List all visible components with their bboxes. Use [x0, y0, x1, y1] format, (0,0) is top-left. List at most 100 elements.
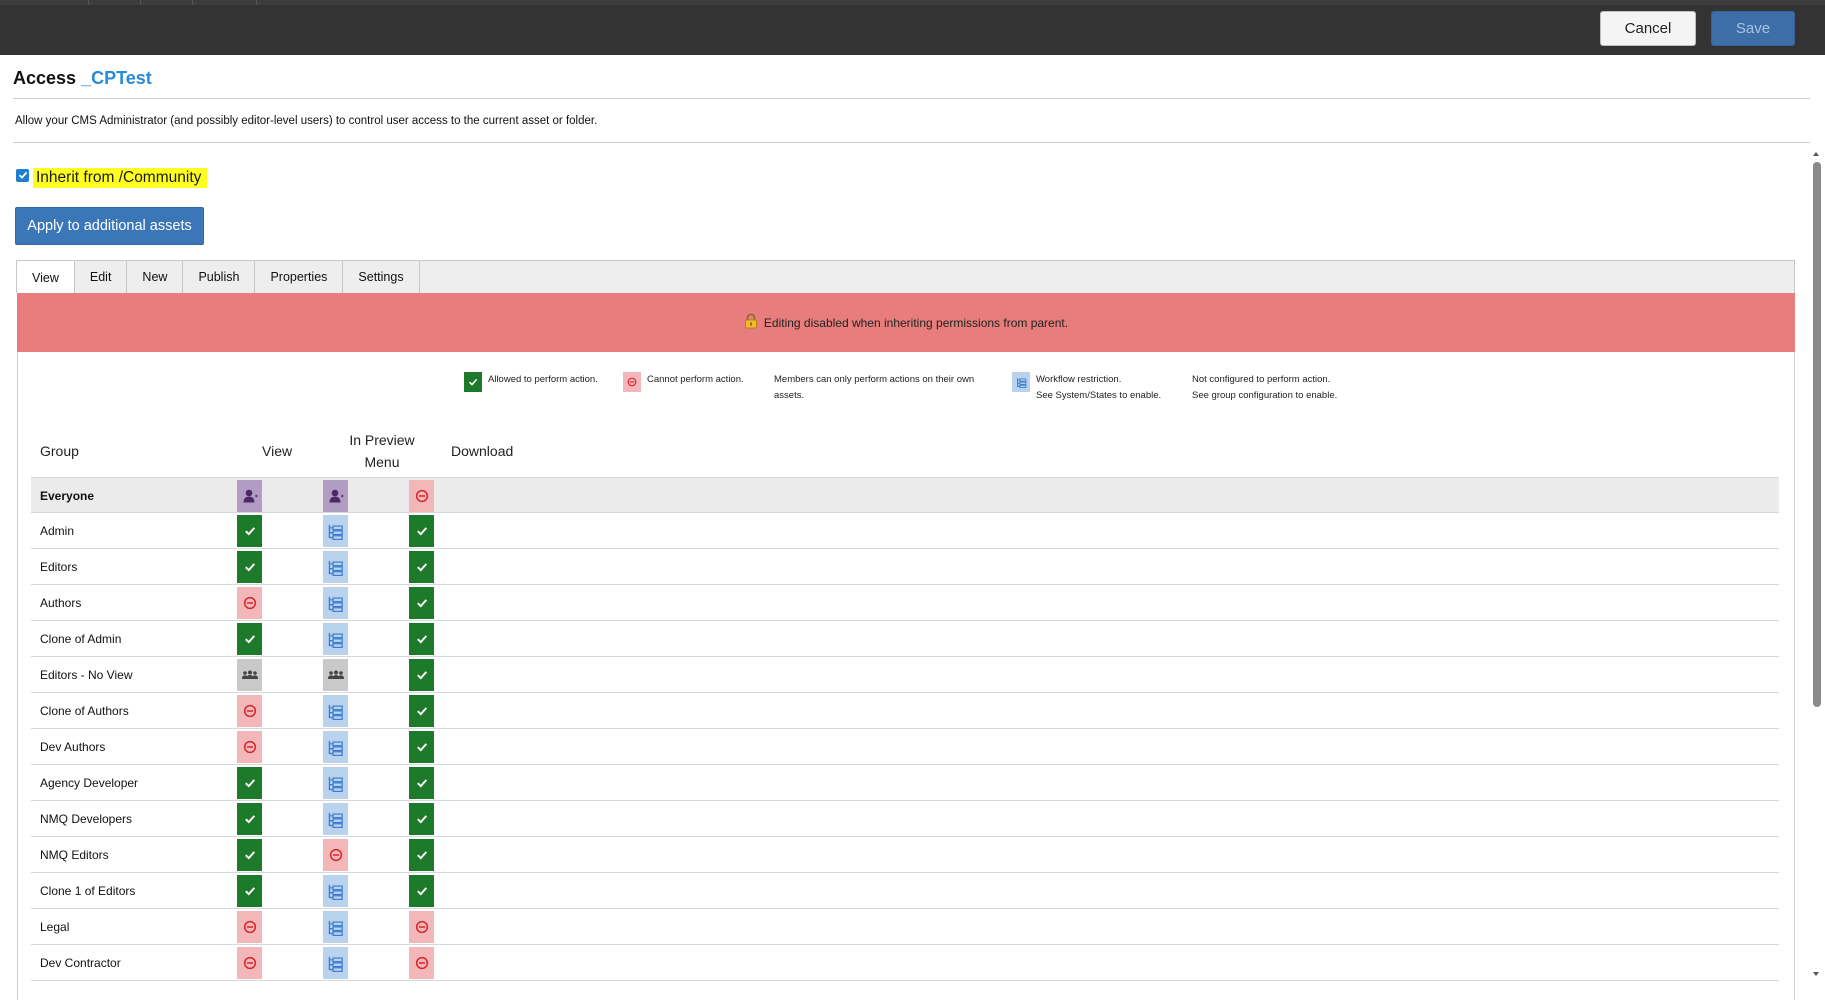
column-header-preview-line1: In Preview: [349, 432, 415, 448]
legend-denied: Cannot perform action.: [623, 372, 744, 392]
table-row: Clone of Authors: [31, 693, 1779, 729]
asset-name-link[interactable]: _CPTest: [81, 68, 152, 88]
no-entry-icon[interactable]: [237, 587, 262, 619]
group-name: Clone of Authors: [40, 703, 129, 718]
scroll-up-arrow-icon[interactable]: [1811, 146, 1821, 156]
apply-to-additional-assets-button[interactable]: Apply to additional assets: [15, 207, 204, 245]
scroll-down-arrow-icon[interactable]: [1811, 966, 1821, 976]
legend-own-text-2: assets.: [774, 390, 805, 401]
group-name: Editors - No View: [40, 667, 133, 682]
group-name: Dev Authors: [40, 739, 106, 754]
legend-own: Members can only perform actions on thei…: [750, 372, 974, 404]
inherit-label[interactable]: Inherit from /Community: [33, 168, 208, 188]
check-icon[interactable]: [409, 551, 434, 583]
group-name: Legal: [40, 919, 70, 934]
workflow-icon[interactable]: [323, 731, 348, 763]
legend-not-configured-text-2: See group configuration to enable.: [1192, 390, 1338, 401]
tab-publish[interactable]: Publish: [183, 261, 256, 293]
page-title-label: Access: [13, 68, 77, 88]
user-icon: [750, 372, 768, 392]
lock-icon: [744, 313, 758, 332]
no-entry-icon[interactable]: [237, 911, 262, 943]
table-row: Dev Contractor: [31, 945, 1779, 981]
group-name: Editors: [40, 559, 78, 574]
check-icon[interactable]: [237, 839, 262, 871]
check-icon[interactable]: [409, 731, 434, 763]
group-icon[interactable]: [323, 659, 348, 691]
no-entry-icon[interactable]: [409, 911, 434, 943]
table-row: Dev Authors: [31, 729, 1779, 765]
table-row: Legal: [31, 909, 1779, 945]
workflow-icon[interactable]: [323, 695, 348, 727]
check-icon[interactable]: [409, 515, 434, 547]
table-row: NMQ Editors: [31, 837, 1779, 873]
no-entry-icon[interactable]: [237, 695, 262, 727]
check-icon[interactable]: [237, 551, 262, 583]
page-description: Allow your CMS Administrator (and possib…: [15, 115, 598, 127]
check-icon[interactable]: [409, 695, 434, 727]
group-icon[interactable]: [237, 659, 262, 691]
tab-edit[interactable]: Edit: [75, 261, 128, 293]
column-header-group: Group: [40, 443, 79, 459]
banner-text: Editing disabled when inheriting permiss…: [763, 315, 1069, 330]
tab-new[interactable]: New: [127, 261, 184, 293]
inherit-checkbox[interactable]: [16, 168, 29, 182]
table-row: Editors - No View: [31, 657, 1779, 693]
table-row: Admin: [31, 513, 1779, 549]
legend-not-configured: Not configured to perform action. See gr…: [1168, 372, 1337, 404]
group-name: NMQ Developers: [40, 811, 133, 826]
workflow-icon: [1012, 372, 1030, 392]
workflow-icon[interactable]: [323, 875, 348, 907]
workflow-icon[interactable]: [323, 587, 348, 619]
check-icon[interactable]: [409, 587, 434, 619]
check-icon[interactable]: [237, 803, 262, 835]
no-entry-icon[interactable]: [323, 839, 348, 871]
workflow-icon[interactable]: [323, 551, 348, 583]
workflow-icon[interactable]: [323, 515, 348, 547]
workflow-icon[interactable]: [323, 623, 348, 655]
inherit-checkbox-row[interactable]: Inherit from /Community: [16, 168, 208, 188]
group-name: Agency Developer: [40, 775, 139, 790]
check-icon[interactable]: [237, 515, 262, 547]
group-name: Dev Contractor: [40, 955, 121, 970]
top-toolbar: Cancel Save: [0, 0, 1825, 55]
legend-workflow: Workflow restriction. See System/States …: [1012, 372, 1161, 404]
divider: [13, 98, 1810, 99]
save-button[interactable]: Save: [1711, 11, 1795, 46]
check-icon[interactable]: [409, 659, 434, 691]
group-icon: [1168, 372, 1186, 392]
workflow-icon[interactable]: [323, 911, 348, 943]
tab-settings[interactable]: Settings: [343, 261, 420, 293]
table-row: Editors: [31, 549, 1779, 585]
user-icon[interactable]: [237, 480, 262, 512]
divider: [13, 142, 1810, 143]
no-entry-icon[interactable]: [237, 731, 262, 763]
check-icon[interactable]: [409, 875, 434, 907]
no-entry-icon[interactable]: [237, 947, 262, 979]
check-icon[interactable]: [409, 803, 434, 835]
no-entry-icon[interactable]: [409, 947, 434, 979]
workflow-icon[interactable]: [323, 803, 348, 835]
check-icon[interactable]: [237, 875, 262, 907]
check-icon: [464, 372, 482, 392]
check-icon[interactable]: [237, 767, 262, 799]
scrollbar-thumb[interactable]: [1813, 162, 1821, 707]
workflow-icon[interactable]: [323, 947, 348, 979]
group-name: Clone 1 of Editors: [40, 883, 136, 898]
cancel-button[interactable]: Cancel: [1600, 11, 1696, 46]
workflow-icon[interactable]: [323, 767, 348, 799]
table-row: Clone of Admin: [31, 621, 1779, 657]
tab-view[interactable]: View: [17, 261, 75, 294]
user-icon[interactable]: [323, 480, 348, 512]
legend-denied-text: Cannot perform action.: [647, 374, 744, 385]
check-icon[interactable]: [409, 623, 434, 655]
group-name: Admin: [40, 523, 75, 538]
check-icon[interactable]: [237, 623, 262, 655]
check-icon[interactable]: [409, 839, 434, 871]
column-header-preview-line2: Menu: [364, 454, 400, 470]
group-name: Everyone: [40, 488, 95, 503]
tab-properties[interactable]: Properties: [255, 261, 344, 293]
no-entry-icon[interactable]: [409, 480, 434, 512]
table-row: Agency Developer: [31, 765, 1779, 801]
check-icon[interactable]: [409, 767, 434, 799]
